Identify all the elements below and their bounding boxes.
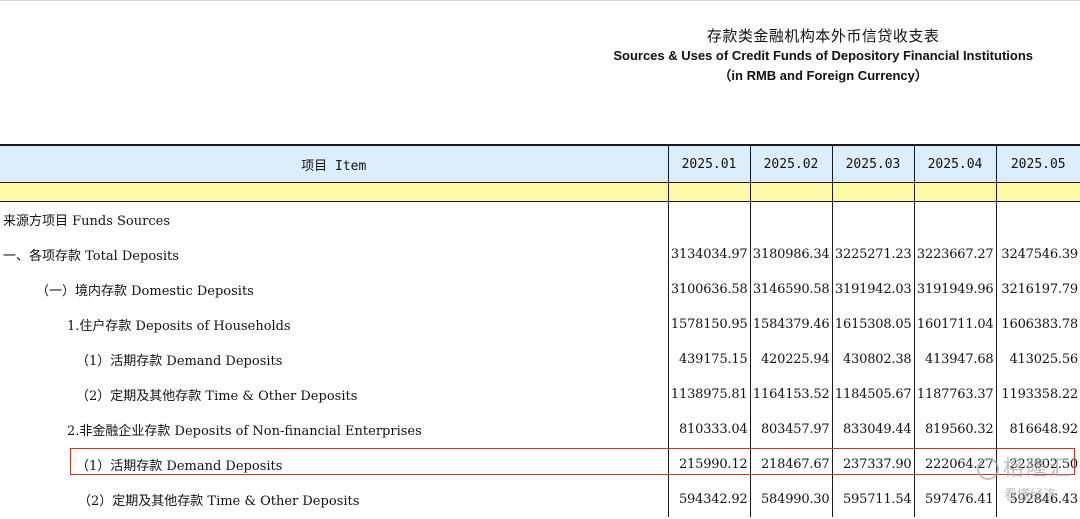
cell-value: 218467.67 xyxy=(749,447,832,482)
cell-value: 584990.30 xyxy=(749,482,832,517)
cell-value: 833049.44 xyxy=(831,412,914,447)
cell-value: 1615308.05 xyxy=(831,307,914,342)
row-label: 一、各项存款 Total Deposits xyxy=(3,249,179,264)
credit-funds-table: 项目 Item 2025.01 2025.02 2025.03 2025.04 … xyxy=(0,144,1080,517)
yellow-spacer-row xyxy=(0,182,1080,202)
row-label: （2）定期及其他存款 Time & Other Deposits xyxy=(78,494,360,509)
column-header-item: 项目 Item xyxy=(0,144,668,183)
top-rule xyxy=(0,0,1080,1)
cell-value: 3100636.58 xyxy=(667,272,750,307)
cell-value: 1601711.04 xyxy=(913,307,996,342)
watermark: 格隆汇 xyxy=(977,452,1072,482)
cell-value xyxy=(831,201,914,237)
cell-value: 597476.41 xyxy=(913,482,996,517)
column-header-period: 2025.04 xyxy=(913,144,996,183)
table-row: （2）定期及其他存款 Time & Other Deposits 1138975… xyxy=(0,377,1080,412)
cell-value: 1138975.81 xyxy=(667,377,750,412)
cell-value: 3223667.27 xyxy=(913,237,996,272)
cell-value: 1606383.78 xyxy=(995,307,1080,342)
row-label: （1）活期存款 Demand Deposits xyxy=(76,459,283,474)
cell-value: 1164153.52 xyxy=(749,377,832,412)
watermark-logo-icon xyxy=(977,458,999,480)
cell-value: 237337.90 xyxy=(831,447,914,482)
watermark-text: 格隆汇 xyxy=(1003,456,1072,480)
cell-value: 3134034.97 xyxy=(667,237,750,272)
cell-value: 1187763.37 xyxy=(913,377,996,412)
cell-value xyxy=(913,201,996,237)
cell-value: 810333.04 xyxy=(667,412,750,447)
row-label: （1）活期存款 Demand Deposits xyxy=(76,354,283,369)
cell-value: 413025.56 xyxy=(995,342,1080,377)
title-currency-note: （in RMB and Foreign Currency） xyxy=(718,68,928,83)
table-row: （2）定期及其他存款 Time & Other Deposits 594342.… xyxy=(0,482,1080,517)
cell-value: 3180986.34 xyxy=(749,237,832,272)
cell-value: 3191942.03 xyxy=(831,272,914,307)
cell-value: 1584379.46 xyxy=(749,307,832,342)
cell-value: 413947.68 xyxy=(913,342,996,377)
cell-value: 1184505.67 xyxy=(831,377,914,412)
cell-value: 816648.92 xyxy=(995,412,1080,447)
cell-value: 594342.92 xyxy=(667,482,750,517)
cell-value: 3191949.96 xyxy=(913,272,996,307)
cell-value: 3146590.58 xyxy=(749,272,832,307)
row-label: 1.住户存款 Deposits of Households xyxy=(67,319,291,334)
column-header-period: 2025.01 xyxy=(667,144,750,183)
cell-value: 430802.38 xyxy=(831,342,914,377)
table-header-row: 项目 Item 2025.01 2025.02 2025.03 2025.04 … xyxy=(0,144,1080,183)
column-header-period: 2025.02 xyxy=(749,144,832,183)
cell-value: 439175.15 xyxy=(667,342,750,377)
row-label: （一）境内存款 Domestic Deposits xyxy=(36,284,254,299)
table-row-highlighted: （1）活期存款 Demand Deposits 215990.12 218467… xyxy=(0,447,1080,482)
cell-value: 1193358.22 xyxy=(995,377,1080,412)
row-label: 来源方项目 Funds Sources xyxy=(3,214,170,229)
cell-value xyxy=(667,201,750,237)
row-label: 2.非金融企业存款 Deposits of Non-financial Ente… xyxy=(67,424,422,439)
cell-value: 1578150.95 xyxy=(667,307,750,342)
cell-value xyxy=(995,201,1080,237)
table-row: 1.住户存款 Deposits of Households 1578150.95… xyxy=(0,307,1080,342)
cell-value: 420225.94 xyxy=(749,342,832,377)
watermark-subtext: 看懂经济 xyxy=(1003,488,1056,503)
table-row: （一）境内存款 Domestic Deposits 3100636.58 314… xyxy=(0,272,1080,307)
column-header-period: 2025.03 xyxy=(831,144,914,183)
cell-value: 595711.54 xyxy=(831,482,914,517)
cell-value: 819560.32 xyxy=(913,412,996,447)
cell-value: 3247546.39 xyxy=(995,237,1080,272)
row-label: （2）定期及其他存款 Time & Other Deposits xyxy=(76,389,358,404)
cell-value: 3225271.23 xyxy=(831,237,914,272)
cell-value: 3216197.79 xyxy=(995,272,1080,307)
table-row: （1）活期存款 Demand Deposits 439175.15 420225… xyxy=(0,342,1080,377)
title-english: Sources & Uses of Credit Funds of Deposi… xyxy=(613,48,1033,63)
title-chinese: 存款类金融机构本外币信贷收支表 xyxy=(706,27,940,45)
table-row: 一、各项存款 Total Deposits 3134034.97 3180986… xyxy=(0,237,1080,272)
title-block: 存款类金融机构本外币信贷收支表 Sources & Uses of Credit… xyxy=(613,26,1033,86)
cell-value: 803457.97 xyxy=(749,412,832,447)
cell-value: 215990.12 xyxy=(667,447,750,482)
column-header-period: 2025.05 xyxy=(995,144,1080,183)
cell-value xyxy=(749,201,832,237)
table-row: 2.非金融企业存款 Deposits of Non-financial Ente… xyxy=(0,412,1080,447)
table-row: 来源方项目 Funds Sources xyxy=(0,201,1080,237)
